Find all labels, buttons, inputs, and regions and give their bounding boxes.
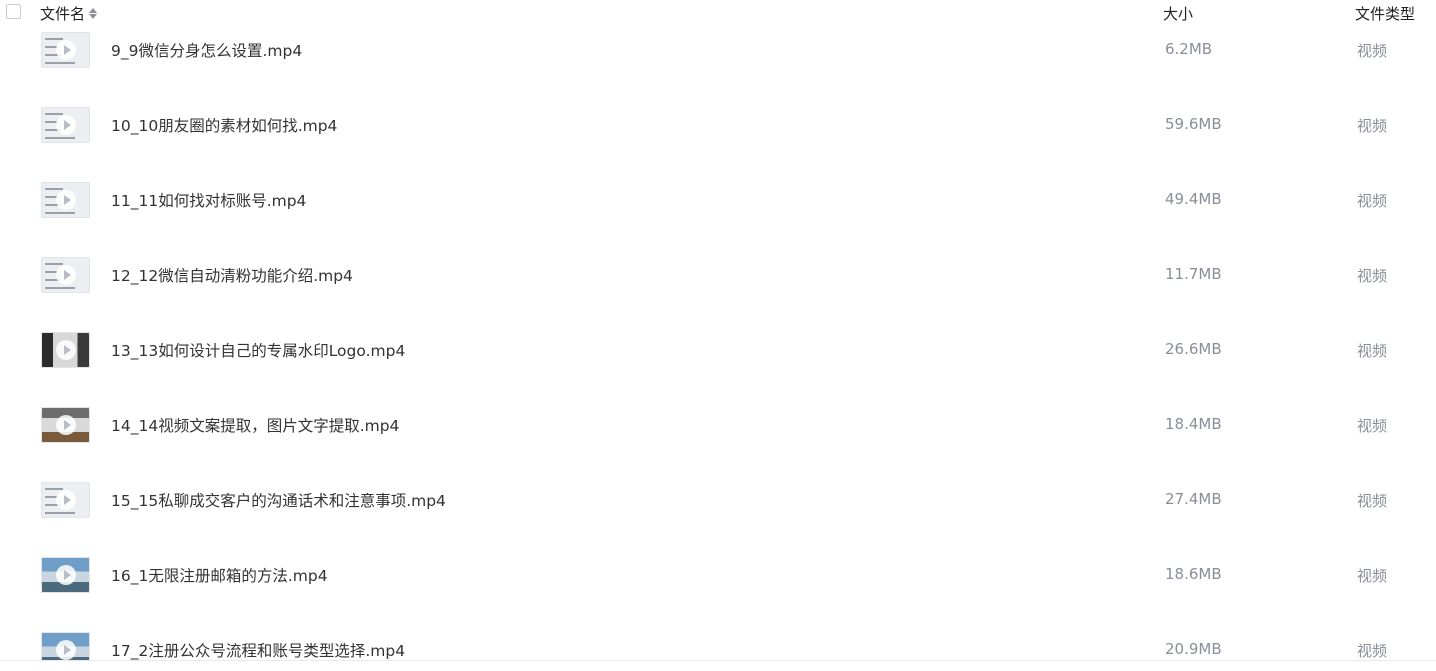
- play-icon: [55, 640, 76, 660]
- play-icon: [55, 415, 76, 435]
- file-row[interactable]: 10_10朋友圈的素材如何找.mp4 59.6MB 视频: [0, 87, 1436, 162]
- play-icon: [55, 565, 76, 585]
- file-type: 视频: [1357, 192, 1388, 210]
- file-row[interactable]: 15_15私聊成交客户的沟通话术和注意事项.mp4 27.4MB 视频: [0, 462, 1436, 537]
- file-type: 视频: [1357, 567, 1388, 585]
- file-name[interactable]: 13_13如何设计自己的专属水印Logo.mp4: [111, 339, 405, 361]
- play-icon: [55, 490, 76, 510]
- file-name[interactable]: 16_1无限注册邮箱的方法.mp4: [111, 564, 328, 586]
- file-name[interactable]: 14_14视频文案提取，图片文字提取.mp4: [111, 414, 399, 436]
- file-type: 视频: [1357, 267, 1388, 285]
- file-row[interactable]: 11_11如何找对标账号.mp4 49.4MB 视频: [0, 162, 1436, 237]
- select-all-checkbox[interactable]: [6, 4, 21, 19]
- file-name[interactable]: 15_15私聊成交客户的沟通话术和注意事项.mp4: [111, 489, 446, 511]
- file-size: 27.4MB: [1165, 490, 1222, 508]
- file-type: 视频: [1357, 492, 1388, 510]
- file-type: 视频: [1357, 117, 1388, 135]
- file-size: 20.9MB: [1165, 640, 1222, 658]
- file-size: 18.4MB: [1165, 415, 1222, 433]
- file-type: 视频: [1357, 417, 1388, 435]
- file-name[interactable]: 10_10朋友圈的素材如何找.mp4: [111, 114, 337, 136]
- video-thumbnail[interactable]: [41, 107, 90, 143]
- play-icon: [55, 115, 76, 135]
- video-thumbnail[interactable]: [41, 32, 90, 68]
- file-size: 18.6MB: [1165, 565, 1222, 583]
- play-icon: [55, 340, 76, 360]
- play-icon: [55, 265, 76, 285]
- column-header-size[interactable]: 大小: [1163, 3, 1193, 24]
- file-size: 49.4MB: [1165, 190, 1222, 208]
- file-type: 视频: [1357, 42, 1388, 60]
- video-thumbnail[interactable]: [41, 257, 90, 293]
- file-list-header: 文件名 大小 文件类型: [0, 0, 1436, 26]
- file-size: 26.6MB: [1165, 340, 1222, 358]
- video-thumbnail[interactable]: [41, 407, 90, 443]
- file-row[interactable]: 16_1无限注册邮箱的方法.mp4 18.6MB 视频: [0, 537, 1436, 612]
- column-header-name[interactable]: 文件名: [40, 3, 98, 24]
- file-size: 59.6MB: [1165, 115, 1222, 133]
- file-size: 11.7MB: [1165, 265, 1222, 283]
- video-thumbnail[interactable]: [41, 332, 90, 368]
- video-thumbnail[interactable]: [41, 182, 90, 218]
- file-list-page: 9_9微信分身怎么设置.mp4 6.2MB 视频 10_10朋友圈的素材如何找.mp4…: [0, 0, 1436, 671]
- video-thumbnail[interactable]: [41, 482, 90, 518]
- file-row[interactable]: 12_12微信自动清粉功能介绍.mp4 11.7MB 视频: [0, 237, 1436, 312]
- file-type: 视频: [1357, 642, 1388, 660]
- file-name[interactable]: 11_11如何找对标账号.mp4: [111, 189, 306, 211]
- file-name[interactable]: 17_2注册公众号流程和账号类型选择.mp4: [111, 639, 405, 661]
- column-header-name-label: 文件名: [40, 5, 86, 23]
- file-type: 视频: [1357, 342, 1388, 360]
- file-name[interactable]: 9_9微信分身怎么设置.mp4: [111, 39, 302, 61]
- file-row[interactable]: 14_14视频文案提取，图片文字提取.mp4 18.4MB 视频: [0, 387, 1436, 462]
- column-header-type[interactable]: 文件类型: [1355, 3, 1415, 24]
- video-thumbnail[interactable]: [41, 557, 90, 593]
- sort-icon[interactable]: [89, 8, 98, 19]
- play-icon: [55, 40, 76, 60]
- file-size: 6.2MB: [1165, 40, 1213, 58]
- file-row[interactable]: 13_13如何设计自己的专属水印Logo.mp4 26.6MB 视频: [0, 312, 1436, 387]
- file-name[interactable]: 12_12微信自动清粉功能介绍.mp4: [111, 264, 353, 286]
- play-icon: [55, 190, 76, 210]
